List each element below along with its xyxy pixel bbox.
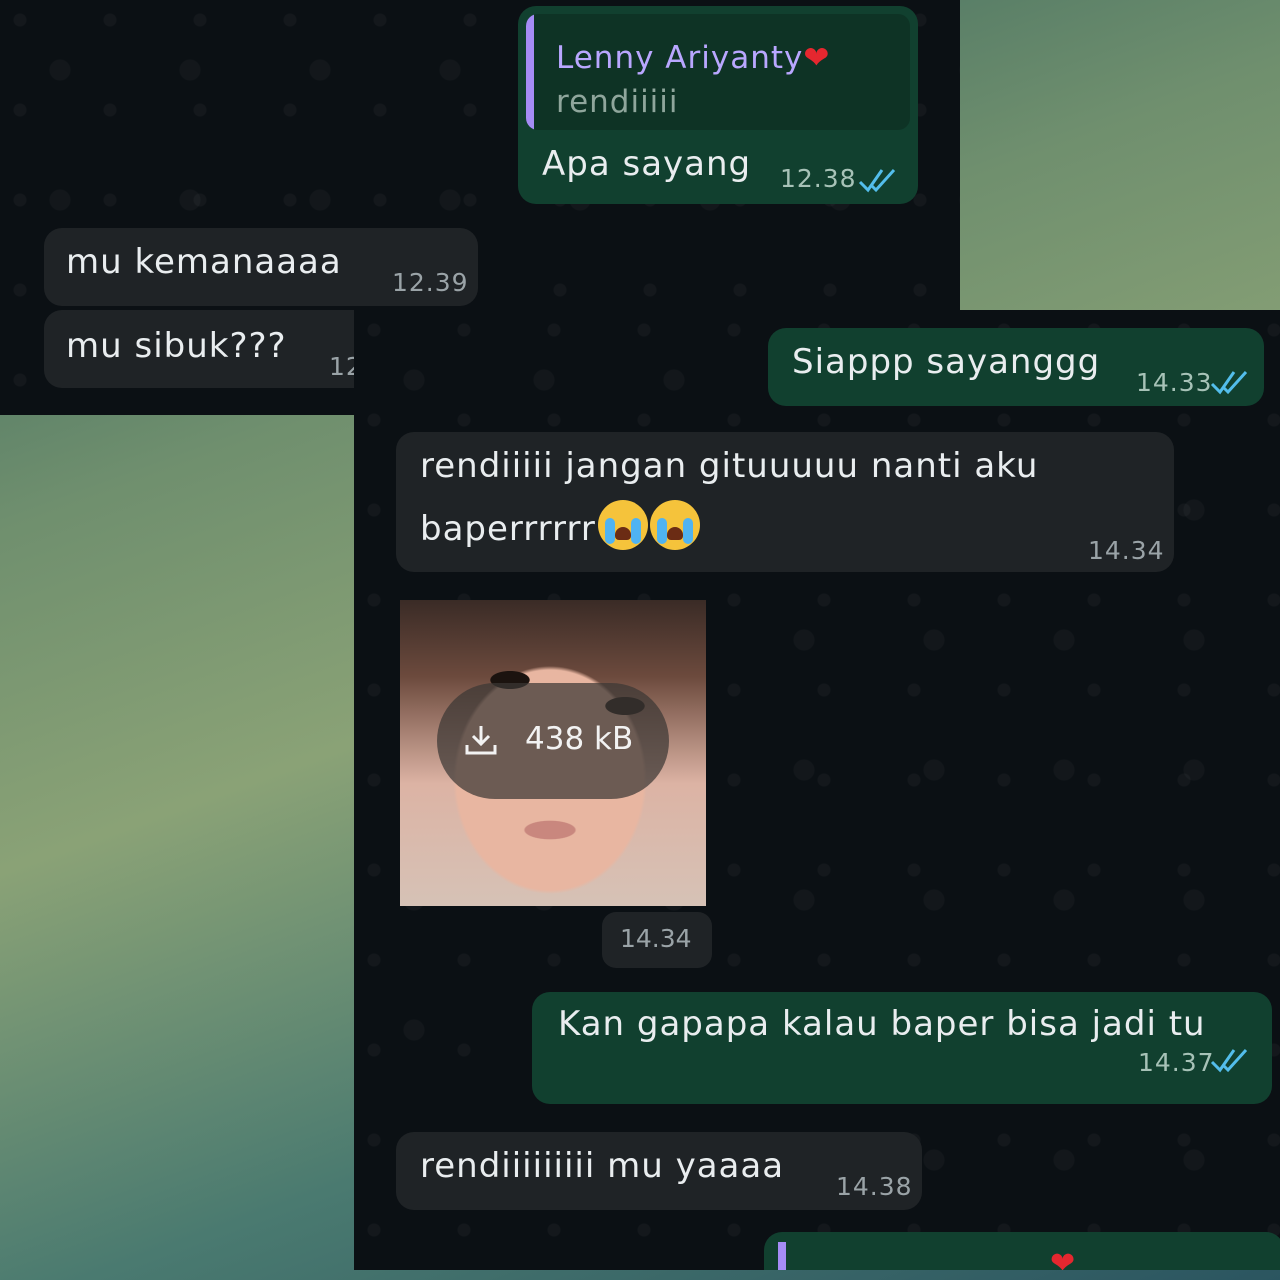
loudly-crying-face-emoji: [649, 500, 700, 550]
message-time: 12.38: [780, 164, 857, 193]
image-time-chip: 14.34: [602, 912, 712, 968]
loudly-crying-face-emoji: [597, 500, 648, 550]
message-time: 12.39: [392, 268, 469, 297]
message-text: Apa sayang: [542, 144, 752, 184]
message-incoming[interactable]: mu kemanaaaa 12.39: [44, 228, 478, 306]
message-text-line1: rendiiiii jangan gituuuuu nanti aku: [420, 446, 1039, 486]
quote-accent-bar: [778, 1242, 786, 1270]
message-text: mu sibuk???: [66, 326, 287, 366]
message-text: mu kemanaaaa: [66, 242, 342, 282]
quoted-sender-name: Lenny Ariyanty: [556, 40, 804, 76]
message-text: rendiiiiiiiii mu yaaaa: [420, 1146, 785, 1186]
download-button[interactable]: 438 kB: [437, 683, 669, 799]
quoted-text: rendiiiii: [556, 84, 679, 120]
message-incoming[interactable]: rendiiiiiiiii mu yaaaa 14.38: [396, 1132, 922, 1210]
heart-emoji: ❤: [1050, 1246, 1076, 1270]
download-icon: [465, 726, 497, 755]
chat-panel-main: Siappp sayanggg 14.33 rendiiiii jangan g…: [354, 310, 1280, 1270]
message-outgoing-partial[interactable]: ❤: [764, 1232, 1280, 1270]
message-time: 14.37: [1138, 1048, 1215, 1077]
file-size: 438 kB: [525, 721, 634, 757]
double-check-icon: [1210, 1048, 1248, 1073]
message-time: 14.34: [620, 924, 692, 953]
message-time: 14.33: [1136, 368, 1213, 397]
message-outgoing-reply[interactable]: Lenny Ariyanty❤ rendiiiii Apa sayang 12.…: [518, 6, 918, 204]
quoted-message[interactable]: Lenny Ariyanty❤ rendiiiii: [526, 14, 910, 130]
message-text: Siappp sayanggg: [792, 342, 1101, 382]
image-message[interactable]: 438 kB: [400, 600, 706, 906]
double-check-icon: [858, 168, 896, 193]
message-incoming[interactable]: rendiiiii jangan gituuuuu nanti aku bape…: [396, 432, 1174, 572]
message-time: 14.34: [1088, 536, 1165, 565]
message-outgoing[interactable]: Siappp sayanggg 14.33: [768, 328, 1264, 406]
double-check-icon: [1210, 370, 1248, 395]
quote-accent-bar: [526, 14, 534, 130]
message-text: Kan gapapa kalau baper bisa jadi tu: [558, 1004, 1206, 1044]
heart-emoji: ❤: [803, 40, 831, 76]
message-time: 14.38: [836, 1172, 913, 1201]
message-text-line2: baperrrrrr: [420, 509, 596, 549]
message-outgoing[interactable]: Kan gapapa kalau baper bisa jadi tu 14.3…: [532, 992, 1272, 1104]
